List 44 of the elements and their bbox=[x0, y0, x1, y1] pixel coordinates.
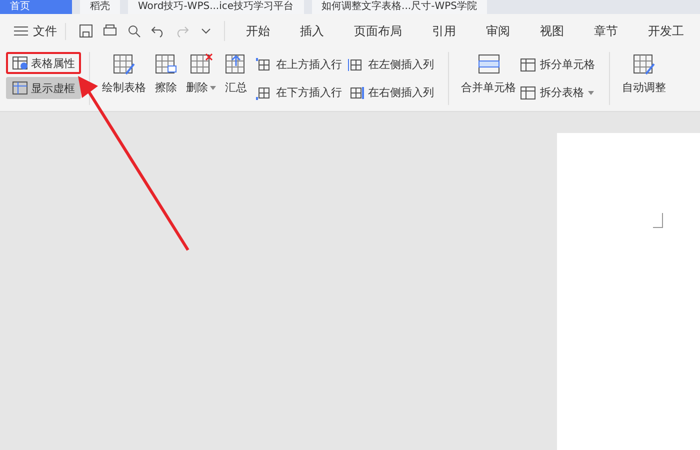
ribbon-button[interactable]: 在右侧插入列 bbox=[348, 80, 440, 105]
ribbon-tab[interactable]: 引用 bbox=[417, 22, 471, 40]
ribbon-button[interactable]: 擦除 bbox=[150, 52, 182, 111]
margin-corner-mark bbox=[653, 213, 663, 228]
table-pencil-icon bbox=[632, 52, 656, 76]
table-insert-icon bbox=[348, 86, 364, 100]
ribbon-tab[interactable]: 章节 bbox=[579, 22, 633, 40]
ribbon-button[interactable]: 在左侧插入列 bbox=[348, 52, 440, 77]
ribbon-button[interactable]: 绘制表格 bbox=[98, 52, 150, 111]
table-info-icon bbox=[12, 56, 28, 70]
search-icon[interactable] bbox=[126, 23, 142, 39]
ribbon-tab[interactable]: 视图 bbox=[525, 22, 579, 40]
save-icon[interactable] bbox=[78, 23, 94, 39]
ribbon-button[interactable]: 自动调整 bbox=[618, 52, 670, 111]
browser-tab[interactable]: 如何调整文字表格...尺寸-WPS学院 bbox=[312, 0, 487, 14]
table-insert-icon bbox=[256, 58, 272, 72]
ribbon-button[interactable]: 合并单元格 bbox=[457, 52, 520, 111]
split-table-icon bbox=[520, 86, 536, 100]
split-table-icon bbox=[520, 58, 536, 72]
ribbon-tab[interactable]: 审阅 bbox=[471, 22, 525, 40]
ribbon-button[interactable]: 删除 bbox=[182, 52, 220, 111]
ribbon-button[interactable]: 在下方插入行 bbox=[256, 80, 348, 105]
table-eraser-icon bbox=[154, 52, 178, 76]
browser-tab[interactable]: Word技巧-WPS...ice技巧学习平台 bbox=[128, 0, 304, 14]
ribbon-button[interactable]: 表格属性 bbox=[6, 52, 81, 74]
merge-cells-icon bbox=[476, 52, 500, 76]
file-menu[interactable]: 文件 bbox=[14, 22, 66, 40]
ribbon-tab[interactable]: 开始 bbox=[231, 22, 285, 40]
table-delete-icon bbox=[189, 52, 213, 76]
ribbon-tab[interactable]: 插入 bbox=[285, 22, 339, 40]
browser-tab[interactable]: 首页 bbox=[0, 0, 72, 14]
ribbon-button[interactable]: 在上方插入行 bbox=[256, 52, 348, 77]
ribbon-tab[interactable]: 页面布局 bbox=[339, 22, 417, 40]
menu-icon bbox=[14, 26, 28, 36]
table-insert-icon bbox=[348, 58, 364, 72]
table-insert-icon bbox=[256, 86, 272, 100]
ribbon-button[interactable]: 显示虚框 bbox=[6, 77, 81, 99]
ribbon-button[interactable]: 汇总 bbox=[220, 52, 252, 111]
table-grid-icon bbox=[12, 81, 28, 95]
ribbon-button[interactable]: 拆分表格 bbox=[520, 80, 601, 105]
ribbon-button[interactable]: 拆分单元格 bbox=[520, 52, 601, 77]
table-pencil-icon bbox=[112, 52, 136, 76]
browser-tab[interactable]: 稻壳 bbox=[80, 0, 120, 14]
ribbon-tab[interactable]: 开发工 bbox=[633, 22, 699, 40]
